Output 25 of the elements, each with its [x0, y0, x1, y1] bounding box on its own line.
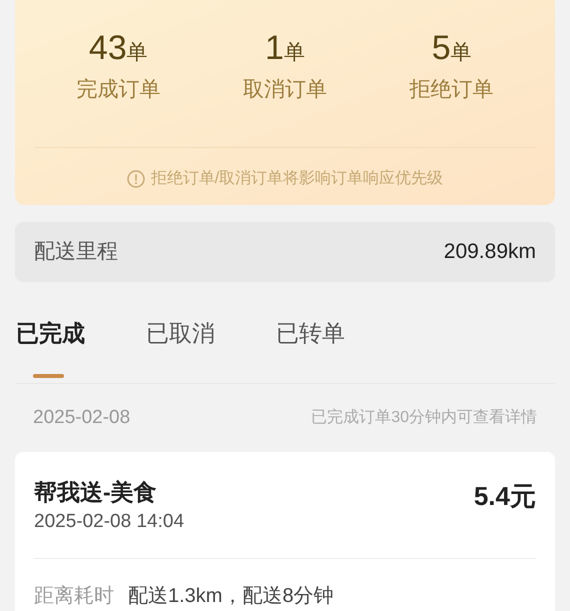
stat-label: 完成订单 [76, 77, 160, 103]
detail-label: 距离耗时 [34, 584, 114, 609]
tab[interactable]: 已取消 [146, 316, 276, 383]
tab[interactable]: 已完成 [16, 316, 146, 383]
stat-number: 1 [265, 28, 284, 69]
stat-number: 5 [432, 28, 451, 69]
date-label: 2025-02-08 [33, 406, 130, 430]
info-icon [126, 170, 145, 188]
tab[interactable]: 已转单 [276, 316, 406, 383]
hint-text: 已完成订单30分钟内可查看详情 [311, 408, 537, 428]
mileage-value: 209.89km [444, 239, 536, 266]
order-time: 2025-02-08 14:04 [34, 510, 184, 534]
mileage-label: 配送里程 [34, 239, 118, 266]
stat-label: 取消订单 [242, 77, 327, 103]
order-price: 5.4元 [474, 480, 536, 513]
notice-text: 拒绝订单/取消订单将影响订单响应优先级 [150, 168, 444, 189]
stat-label: 拒绝订单 [410, 77, 494, 103]
stat-unit: 单 [450, 40, 472, 66]
order-card[interactable]: 帮我送-美食 2025-02-08 14:04 5.4元 距离耗时 配送1.3km，配送8分钟 [15, 452, 555, 611]
order-title: 帮我送-美食 [34, 478, 158, 507]
stat-unit: 单 [126, 40, 148, 66]
detail-value: 配送1.3km，配送8分钟 [128, 584, 334, 609]
stat-number: 43 [88, 28, 127, 69]
tab-indicator [33, 374, 64, 378]
stat-unit: 单 [284, 40, 305, 66]
